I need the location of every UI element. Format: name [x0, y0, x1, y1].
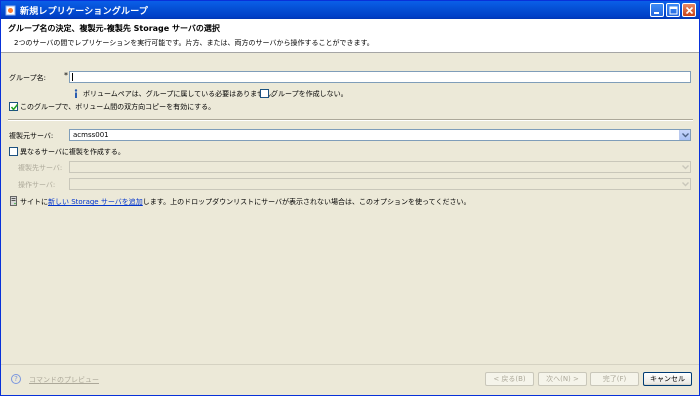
- source-server-value: acmss001: [73, 131, 109, 139]
- no-group-checkbox[interactable]: [260, 89, 269, 98]
- finish-button[interactable]: 完了(F): [590, 372, 639, 386]
- maximize-icon: [669, 6, 678, 15]
- chevron-down-icon: [682, 133, 689, 138]
- target-server-select[interactable]: [69, 161, 691, 173]
- group-name-label: グループ名:: [9, 74, 46, 82]
- add-storage-text: サイトに新しい Storage サーバを追加します。上のドロップダウンリストにサ…: [20, 197, 470, 207]
- check-icon: [10, 104, 19, 111]
- source-server-label: 複製元サーバ:: [9, 132, 54, 140]
- form-area: グループ名: * ボリュームペアは、グループに属している必要はありません。 グル…: [1, 54, 699, 364]
- chevron-down-icon: [682, 182, 689, 187]
- no-group-label: グループを作成しない。: [271, 90, 348, 98]
- target-dropdown-button[interactable]: [679, 162, 690, 172]
- maximize-button[interactable]: [666, 3, 680, 17]
- bidirectional-checkbox[interactable]: [9, 102, 19, 111]
- operation-server-select[interactable]: [69, 178, 691, 190]
- bidirectional-label: このグループで、ボリューム間の双方向コピーを有効にする。: [20, 103, 216, 111]
- source-server-select[interactable]: acmss001: [69, 129, 691, 141]
- close-icon: [685, 6, 694, 15]
- required-marker: *: [64, 71, 68, 80]
- app-icon: [5, 5, 16, 15]
- operation-dropdown-button[interactable]: [679, 179, 690, 189]
- info-text: ボリュームペアは、グループに属している必要はありません。: [83, 90, 278, 98]
- group-name-input[interactable]: [69, 71, 691, 83]
- footer-divider: [1, 364, 699, 365]
- add-storage-suffix: します。上のドロップダウンリストにサーバが表示されない場合は、このオプションを使…: [142, 198, 471, 206]
- minimize-button[interactable]: [650, 3, 664, 17]
- back-button[interactable]: < 戻る(B): [485, 372, 534, 386]
- different-servers-label: 異なるサーバに複製を作成する。: [20, 148, 125, 156]
- add-storage-prefix: サイトに: [20, 198, 48, 206]
- next-button[interactable]: 次へ(N) >: [538, 372, 587, 386]
- title-bar[interactable]: 新規レプリケーショングループ: [1, 1, 699, 19]
- target-server-label: 複製先サーバ:: [18, 164, 63, 172]
- info-icon: [74, 89, 78, 98]
- add-storage-link[interactable]: 新しい Storage サーバを追加: [48, 198, 143, 206]
- dialog-window: 新規レプリケーショングループ グループ名の決定、複製元-複製先 Storage …: [0, 0, 700, 396]
- source-dropdown-button[interactable]: [679, 130, 690, 140]
- banner-title: グループ名の決定、複製元-複製先 Storage サーバの選択: [8, 24, 220, 33]
- window-title: 新規レプリケーショングループ: [20, 6, 149, 17]
- command-preview-link[interactable]: コマンドのプレビュー: [29, 375, 99, 385]
- help-icon[interactable]: ?: [11, 374, 21, 384]
- header-banner: グループ名の決定、複製元-複製先 Storage サーバの選択 2つのサーバの間…: [1, 19, 699, 53]
- operation-server-label: 操作サーバ:: [18, 181, 56, 189]
- chevron-down-icon: [682, 165, 689, 170]
- banner-description: 2つのサーバの間でレプリケーションを実行可能です。片方、または、両方のサーバから…: [14, 39, 374, 47]
- close-button[interactable]: [682, 3, 696, 17]
- different-servers-checkbox[interactable]: [9, 147, 18, 156]
- server-add-icon: [10, 196, 17, 206]
- minimize-icon: [654, 12, 659, 14]
- separator: [8, 119, 693, 121]
- cancel-button[interactable]: キャンセル: [643, 372, 692, 386]
- text-caret: [72, 73, 73, 81]
